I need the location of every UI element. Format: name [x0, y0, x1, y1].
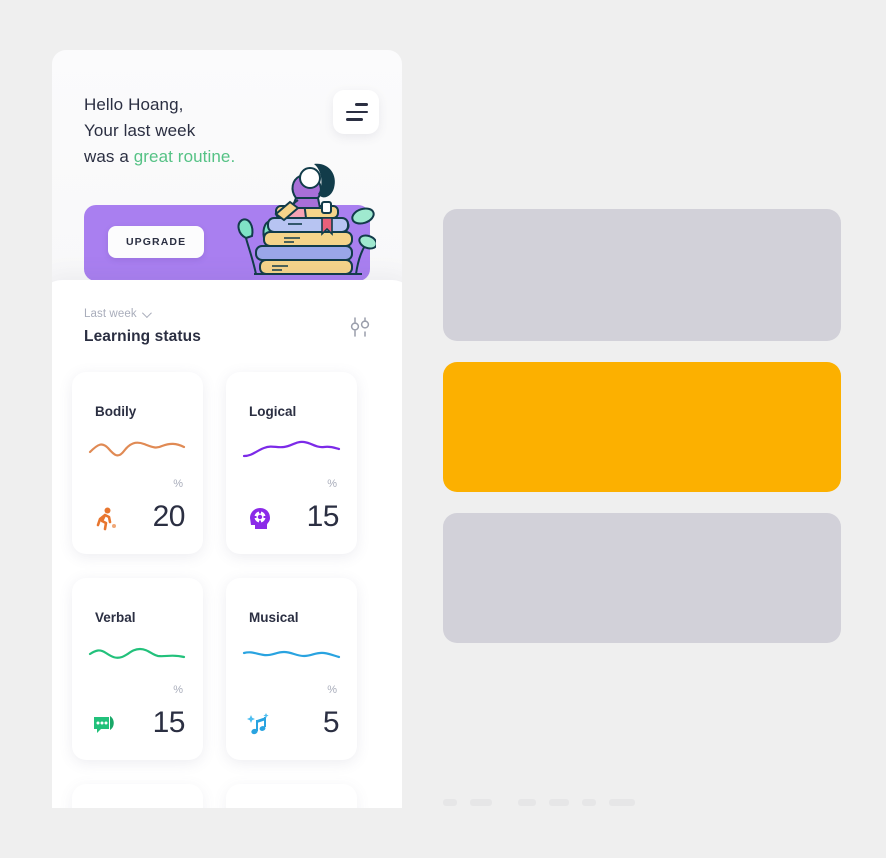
- stat-card-bodily[interactable]: Bodily % 20: [72, 372, 203, 554]
- stat-unit: %: [173, 684, 183, 696]
- head-gear-brain-icon: [250, 508, 270, 529]
- menu-line-2: [346, 110, 368, 114]
- menu-line-3: [346, 118, 363, 121]
- sparkline-chart: [242, 440, 341, 458]
- stat-title: Musical: [249, 610, 299, 625]
- learning-status-sheet: Last week Learning status Bodily % 20 Lo…: [52, 280, 402, 808]
- stat-unit: %: [327, 478, 337, 490]
- sheet-header: Last week Learning status: [84, 307, 201, 346]
- greeting-line-1: Hello Hoang,: [84, 95, 184, 114]
- phone-mockup: Hello Hoang, Your last week was a great …: [52, 50, 402, 808]
- music-note-sparkle-icon: [247, 713, 269, 735]
- period-selector[interactable]: Last week: [84, 307, 201, 320]
- placeholder-block-1[interactable]: [443, 209, 841, 341]
- chevron-down-icon: [141, 307, 152, 318]
- stat-card-musical[interactable]: Musical % 5: [226, 578, 357, 760]
- stat-value: 20: [152, 500, 186, 533]
- placeholder-block-2[interactable]: [443, 362, 841, 492]
- stat-value: 15: [152, 706, 186, 739]
- greeting-prefix: was a: [84, 147, 134, 166]
- learning-stat-grid: Bodily % 20 Logical % 15 Verbal % 15 Mus…: [72, 372, 372, 808]
- stat-title: Verbal: [95, 610, 136, 625]
- sparkline-chart: [242, 650, 341, 659]
- stat-title: Bodily: [95, 404, 137, 419]
- hamburger-menu-icon[interactable]: [333, 90, 379, 134]
- bottom-faint-placeholder-row: [443, 795, 643, 809]
- greeting-line-2: Your last week: [84, 121, 196, 140]
- stat-unit: %: [327, 684, 337, 696]
- stat-title: Logical: [249, 404, 297, 419]
- stat-card-placeholder-2[interactable]: [226, 784, 357, 808]
- stat-card-verbal[interactable]: Verbal % 15: [72, 578, 203, 760]
- upgrade-button[interactable]: UPGRADE: [108, 226, 205, 258]
- greeting-accent: great routine.: [133, 147, 236, 166]
- app-canvas: Hello Hoang, Your last week was a great …: [0, 0, 886, 858]
- running-person-icon: [96, 507, 116, 531]
- sparkline-chart: [88, 647, 186, 659]
- stat-card-logical[interactable]: Logical % 15: [226, 372, 357, 554]
- period-label: Last week: [84, 308, 137, 320]
- upgrade-banner[interactable]: UPGRADE: [84, 163, 376, 281]
- stat-unit: %: [173, 478, 183, 490]
- stat-value: 5: [322, 706, 340, 739]
- woman-reading-on-book-stack-illustration: [237, 163, 376, 275]
- speech-bubble-chat-icon: [94, 716, 114, 733]
- placeholder-block-3[interactable]: [443, 513, 841, 643]
- greeting-text: Hello Hoang, Your last week was a great …: [84, 92, 235, 170]
- greeting-line-3: was a great routine.: [84, 144, 235, 170]
- page-title: Learning status: [84, 328, 201, 345]
- stat-value: 15: [306, 500, 340, 533]
- stat-card-placeholder-1[interactable]: [72, 784, 203, 808]
- menu-line-1: [355, 103, 368, 106]
- sliders-settings-icon[interactable]: [348, 316, 372, 338]
- sparkline-chart: [88, 441, 186, 457]
- header-card: Hello Hoang, Your last week was a great …: [52, 50, 402, 295]
